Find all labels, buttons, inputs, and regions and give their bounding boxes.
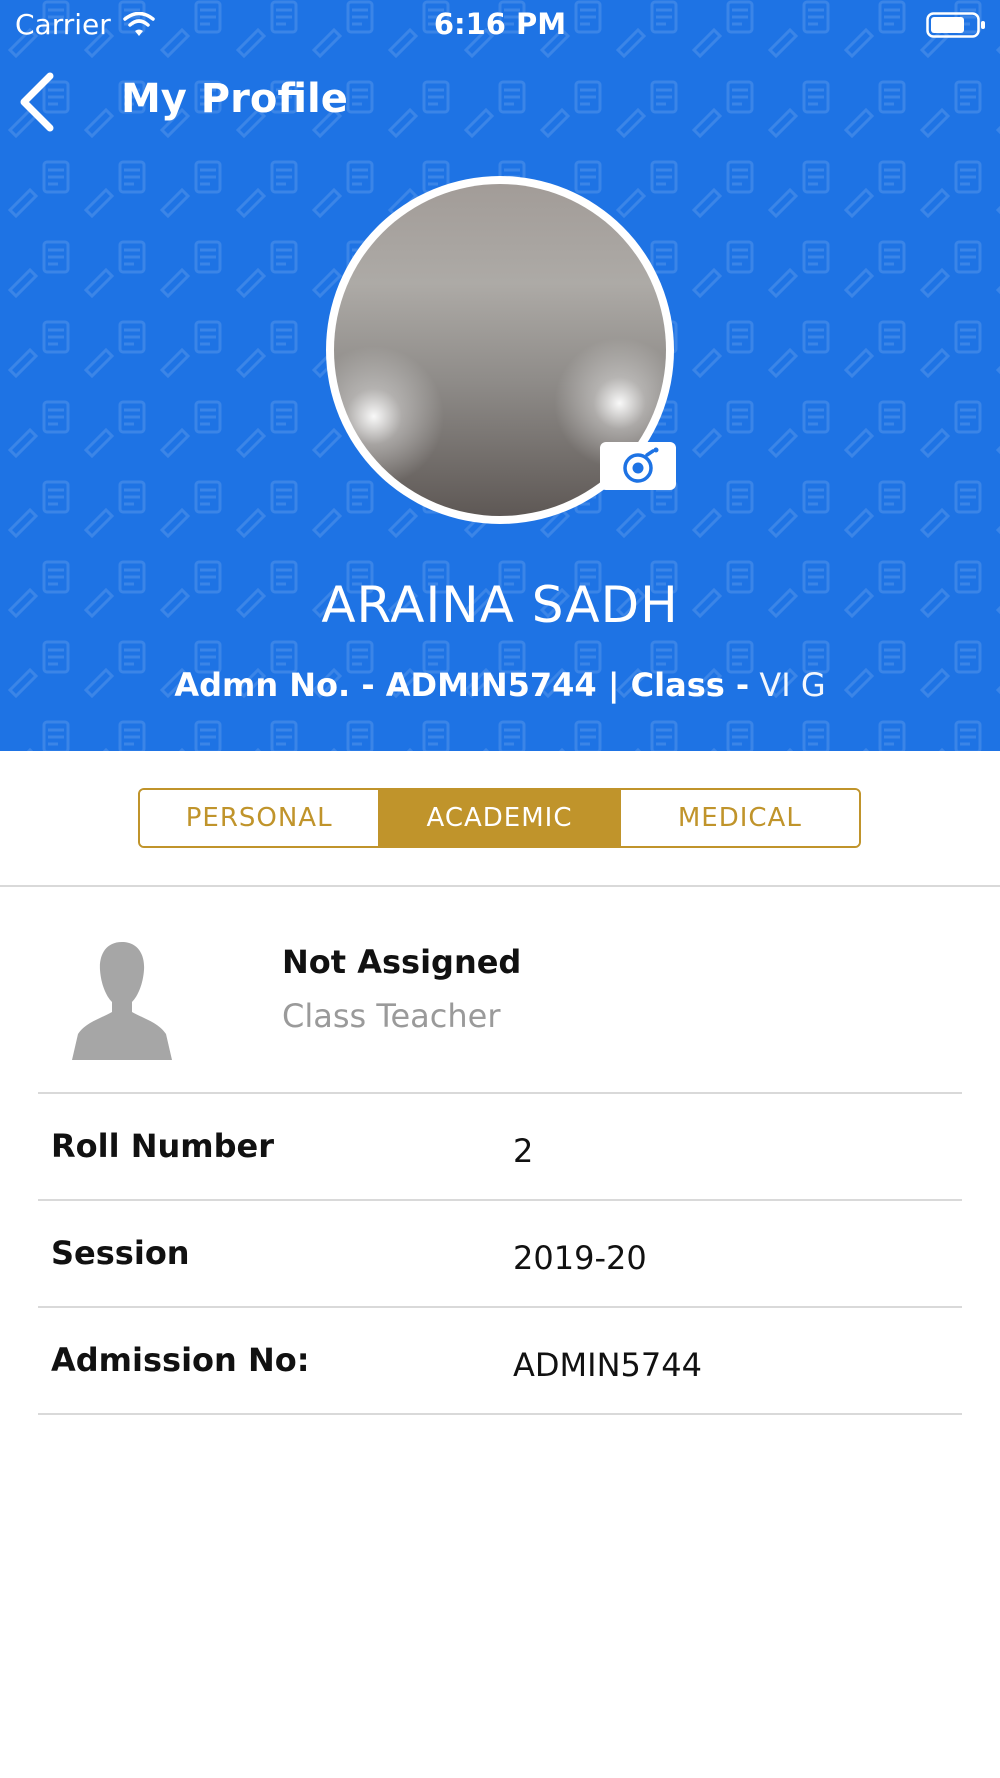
roll-number-label: Roll Number: [51, 1127, 274, 1165]
teacher-placeholder-avatar-icon: [72, 942, 172, 1060]
class-teacher-name: Not Assigned: [282, 943, 522, 981]
camera-icon: [623, 447, 659, 483]
profile-tabs: PERSONAL ACADEMIC MEDICAL: [138, 788, 861, 848]
student-admission-class: Admn No. - ADMIN5744 | Class - VI G: [0, 666, 1000, 704]
status-bar: Carrier 6:16 PM: [0, 0, 1000, 50]
admission-class-label: Admn No. - ADMIN5744 | Class -: [174, 666, 750, 704]
academic-details: Roll Number 2 Session 2019-20 Admission …: [38, 1092, 962, 1415]
battery-icon: [926, 12, 985, 38]
class-teacher-role: Class Teacher: [282, 997, 501, 1035]
tab-personal[interactable]: PERSONAL: [140, 790, 379, 846]
student-name: ARAINA SADH: [321, 576, 679, 634]
profile-header: Carrier 6:16 PM My Profile ARAINA SADH A…: [0, 0, 1000, 751]
detail-row-admission-no: Admission No: ADMIN5744: [38, 1308, 962, 1413]
detail-row-session: Session 2019-20: [38, 1201, 962, 1306]
session-label: Session: [51, 1234, 190, 1272]
roll-number-value: 2: [513, 1132, 534, 1170]
detail-row-roll-number: Roll Number 2: [38, 1094, 962, 1199]
class-value: VI G: [759, 666, 826, 704]
admission-no-value: ADMIN5744: [513, 1346, 702, 1384]
tab-medical[interactable]: MEDICAL: [618, 790, 859, 846]
admission-no-label: Admission No:: [51, 1341, 310, 1379]
tab-academic[interactable]: ACADEMIC: [378, 790, 619, 846]
page-title: My Profile: [121, 76, 348, 122]
session-value: 2019-20: [513, 1239, 647, 1277]
back-chevron-icon[interactable]: [16, 70, 60, 134]
tabs-divider: [0, 885, 1000, 887]
divider: [38, 1413, 962, 1415]
change-photo-button[interactable]: [600, 442, 676, 490]
status-time: 6:16 PM: [433, 7, 567, 41]
